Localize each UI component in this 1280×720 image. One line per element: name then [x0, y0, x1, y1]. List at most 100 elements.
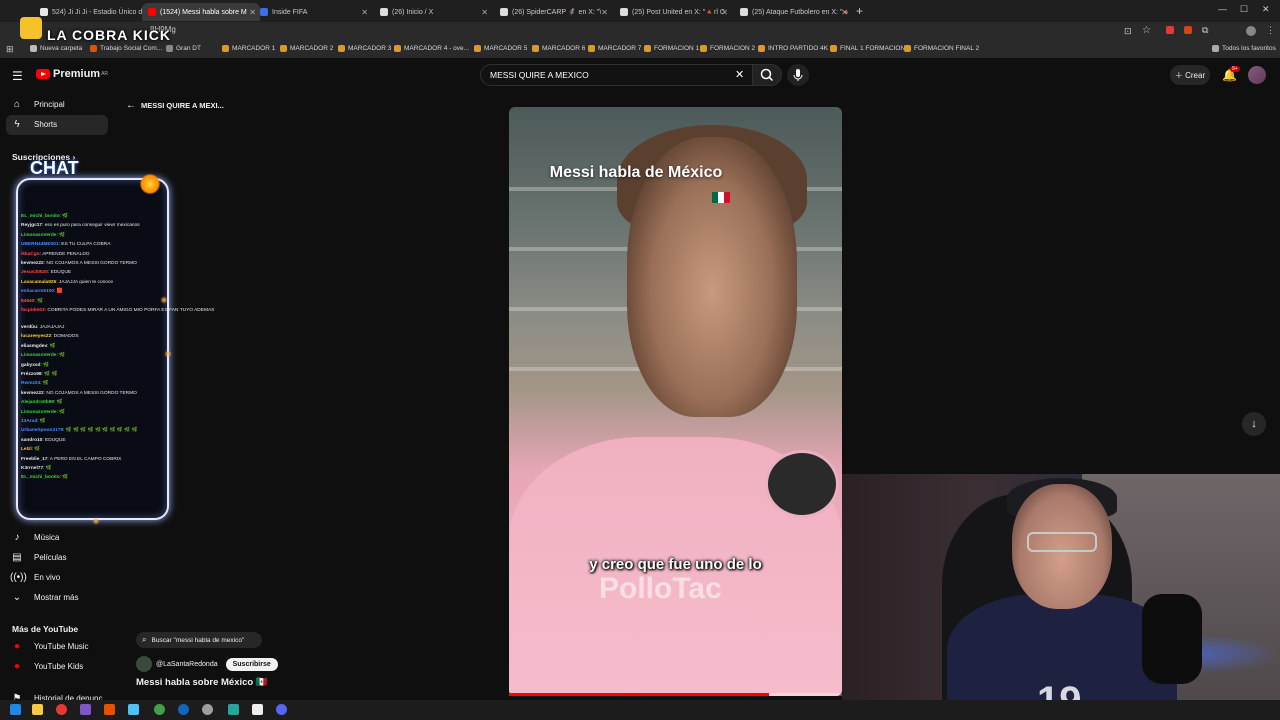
chat-text: : 🟥 — [54, 289, 63, 295]
chat-username: K3rrnel77 — [21, 466, 44, 471]
bookmark-label: MARCADOR 2 — [290, 45, 334, 52]
app-icon[interactable] — [252, 704, 263, 715]
windows-start-icon[interactable] — [10, 704, 21, 715]
bookmark-item[interactable]: FORMACION 1 — [644, 45, 699, 52]
app-icon[interactable] — [202, 704, 213, 715]
bookmark-label: FORMACION FINAL 2 — [914, 45, 980, 52]
browser-tab[interactable]: 524) Ji Ji Ji - Estadio Único de✕ — [34, 3, 152, 21]
sidebar-item-youtube-music[interactable]: ● YouTube Music — [10, 641, 89, 652]
kebab-menu-icon[interactable]: ⋮ — [1266, 25, 1275, 36]
apps-grid-icon[interactable]: ⊞ — [6, 44, 14, 55]
bookmark-item[interactable]: FORMACION 2 — [700, 45, 755, 52]
extension-icon[interactable] — [1184, 26, 1192, 34]
folder-icon — [1212, 45, 1219, 52]
video-title[interactable]: Messi habla sobre México 🇲🇽 — [136, 677, 268, 688]
browser-tab[interactable]: (26) SpiderCARP 🦸 en X: "\ ✕ — [494, 3, 612, 21]
bookmark-item[interactable]: FINAL 1 FORMACION — [830, 45, 905, 52]
channel-name[interactable]: @LaSantaRedonda — [156, 661, 218, 668]
search-button[interactable] — [752, 64, 782, 86]
bookmark-icon — [338, 45, 345, 52]
sidebar-item-live[interactable]: ((•)) En vivo — [10, 572, 60, 583]
back-to-search-link[interactable]: ← MESSI QUIRE A MEXI... — [126, 100, 224, 111]
bookmark-item[interactable]: MARCADOR 4 - ove... — [394, 45, 469, 52]
bookmark-item[interactable]: MARCADOR 1 — [222, 45, 275, 52]
browser-tab[interactable]: (26) Inicio / X ✕ — [374, 3, 492, 21]
app-icon[interactable] — [228, 704, 239, 715]
address-bar[interactable]: 8H9Mg ⊡ ☆ ⧉ ⋮ — [0, 22, 1280, 42]
related-search-pill[interactable]: ⌕ Buscar "messi habla de mexico" — [136, 632, 262, 648]
bookmark-item[interactable]: INTRO PARTIDO 4K — [758, 45, 828, 52]
hamburger-menu-icon[interactable]: ☰ — [12, 69, 23, 83]
shorts-video-player[interactable]: PolloTac — [509, 107, 842, 696]
browser-tab[interactable]: (25) Post United en X: "🔺rl C ✕ — [614, 3, 732, 21]
account-avatar[interactable] — [1248, 66, 1266, 84]
bookmark-label: MARCADOR 1 — [232, 45, 276, 52]
microphone-icon — [793, 69, 803, 81]
bookmark-item[interactable]: MARCADOR 6 — [532, 45, 585, 52]
chrome-icon[interactable] — [56, 704, 67, 715]
install-icon[interactable]: ⊡ — [1124, 26, 1132, 37]
bookmark-item[interactable]: Trabajo Social Com... — [90, 45, 162, 52]
bookmark-item[interactable]: MARCADOR 3 — [338, 45, 391, 52]
chat-username: Frézzo98 — [21, 372, 42, 377]
sidebar-item-home[interactable]: ⌂ Principal — [10, 99, 65, 110]
minimize-icon[interactable]: — — [1218, 4, 1227, 14]
profile-avatar[interactable] — [1246, 26, 1256, 36]
star-icon[interactable]: ☆ — [1142, 25, 1151, 36]
browser-tab[interactable]: (25) Ataque Futbolero en X: "🔺 ✕ — [734, 3, 852, 21]
create-button[interactable]: ＋ Crear — [1170, 65, 1210, 85]
sidebar-item-label: YouTube Music — [34, 642, 89, 651]
browser-tab[interactable]: (1524) Messi habla sobre M ✕ — [142, 3, 260, 21]
sidebar-item-show-more[interactable]: ⌄ Mostrar más — [10, 592, 79, 603]
app-icon[interactable] — [80, 704, 91, 715]
video-progress-bar[interactable] — [509, 693, 842, 696]
file-explorer-icon[interactable] — [32, 704, 43, 715]
youtube-play-icon — [36, 69, 50, 79]
chat-message: Rwmz04: 🌿 — [21, 381, 49, 386]
sidebar-item-label: YouTube Kids — [34, 662, 84, 671]
bookmark-item[interactable]: FORMACION FINAL 2 — [904, 45, 979, 52]
sidebar-item-shorts[interactable]: ϟ Shorts — [10, 119, 57, 130]
close-tab-icon[interactable]: ✕ — [721, 8, 728, 17]
app-icon[interactable] — [128, 704, 139, 715]
youtube-logo[interactable]: Premium AR — [36, 68, 108, 80]
sidebar-item-label: En vivo — [34, 573, 61, 582]
discord-icon[interactable] — [276, 704, 287, 715]
new-tab-button[interactable]: + — [856, 4, 863, 18]
extension-icon[interactable] — [1166, 26, 1174, 34]
chat-username: eliasmgdev — [21, 343, 48, 349]
search-input[interactable]: MESSI QUIRE A MEXICO ✕ — [480, 64, 758, 86]
chat-text: : 🌿 — [56, 409, 66, 415]
channel-avatar[interactable] — [136, 656, 152, 672]
sidebar-item-movies[interactable]: ▤ Películas — [10, 552, 66, 563]
chat-message: ikkaCgo: APRENDE PENALDO — [21, 252, 90, 257]
app-icon[interactable] — [154, 704, 165, 715]
bookmark-item[interactable]: Nueva carpeta — [30, 45, 82, 52]
close-tab-icon[interactable]: ✕ — [841, 8, 848, 17]
voice-search-button[interactable] — [787, 64, 809, 86]
close-tab-icon[interactable]: ✕ — [601, 8, 608, 17]
subscribe-button[interactable]: Suscribirse — [225, 657, 278, 671]
extensions-puzzle-icon[interactable]: ⧉ — [1202, 25, 1208, 36]
bookmark-item[interactable]: MARCADOR 7 — [588, 45, 641, 52]
sidebar-item-music[interactable]: ♪ Música — [10, 532, 60, 543]
chat-username: Lelzl — [21, 447, 32, 453]
chat-username: LimonazoVerde — [21, 409, 57, 415]
next-short-button[interactable]: ↓ — [1242, 412, 1266, 436]
tab-favicon-icon — [148, 8, 156, 16]
bookmark-item[interactable]: MARCADOR 2 — [280, 45, 333, 52]
app-icon[interactable] — [178, 704, 189, 715]
clear-search-icon[interactable]: ✕ — [735, 68, 744, 81]
browser-tab[interactable]: Inside FIFA ✕ — [254, 3, 372, 21]
chat-message: LimonazoVerde: 🌿 — [21, 410, 65, 415]
bookmark-item[interactable]: MARCADOR 5 — [474, 45, 527, 52]
app-icon[interactable] — [104, 704, 115, 715]
sidebar-item-youtube-kids[interactable]: ● YouTube Kids — [10, 661, 83, 672]
close-window-icon[interactable]: ✕ — [1262, 4, 1270, 15]
stream-brand: LA COBRA KICK — [47, 27, 171, 43]
all-bookmarks[interactable]: Todos los favoritos — [1212, 45, 1276, 52]
maximize-icon[interactable]: ☐ — [1240, 4, 1248, 15]
close-tab-icon[interactable]: ✕ — [361, 8, 368, 17]
close-tab-icon[interactable]: ✕ — [481, 8, 488, 17]
bookmark-item[interactable]: Gran DT — [166, 45, 201, 52]
